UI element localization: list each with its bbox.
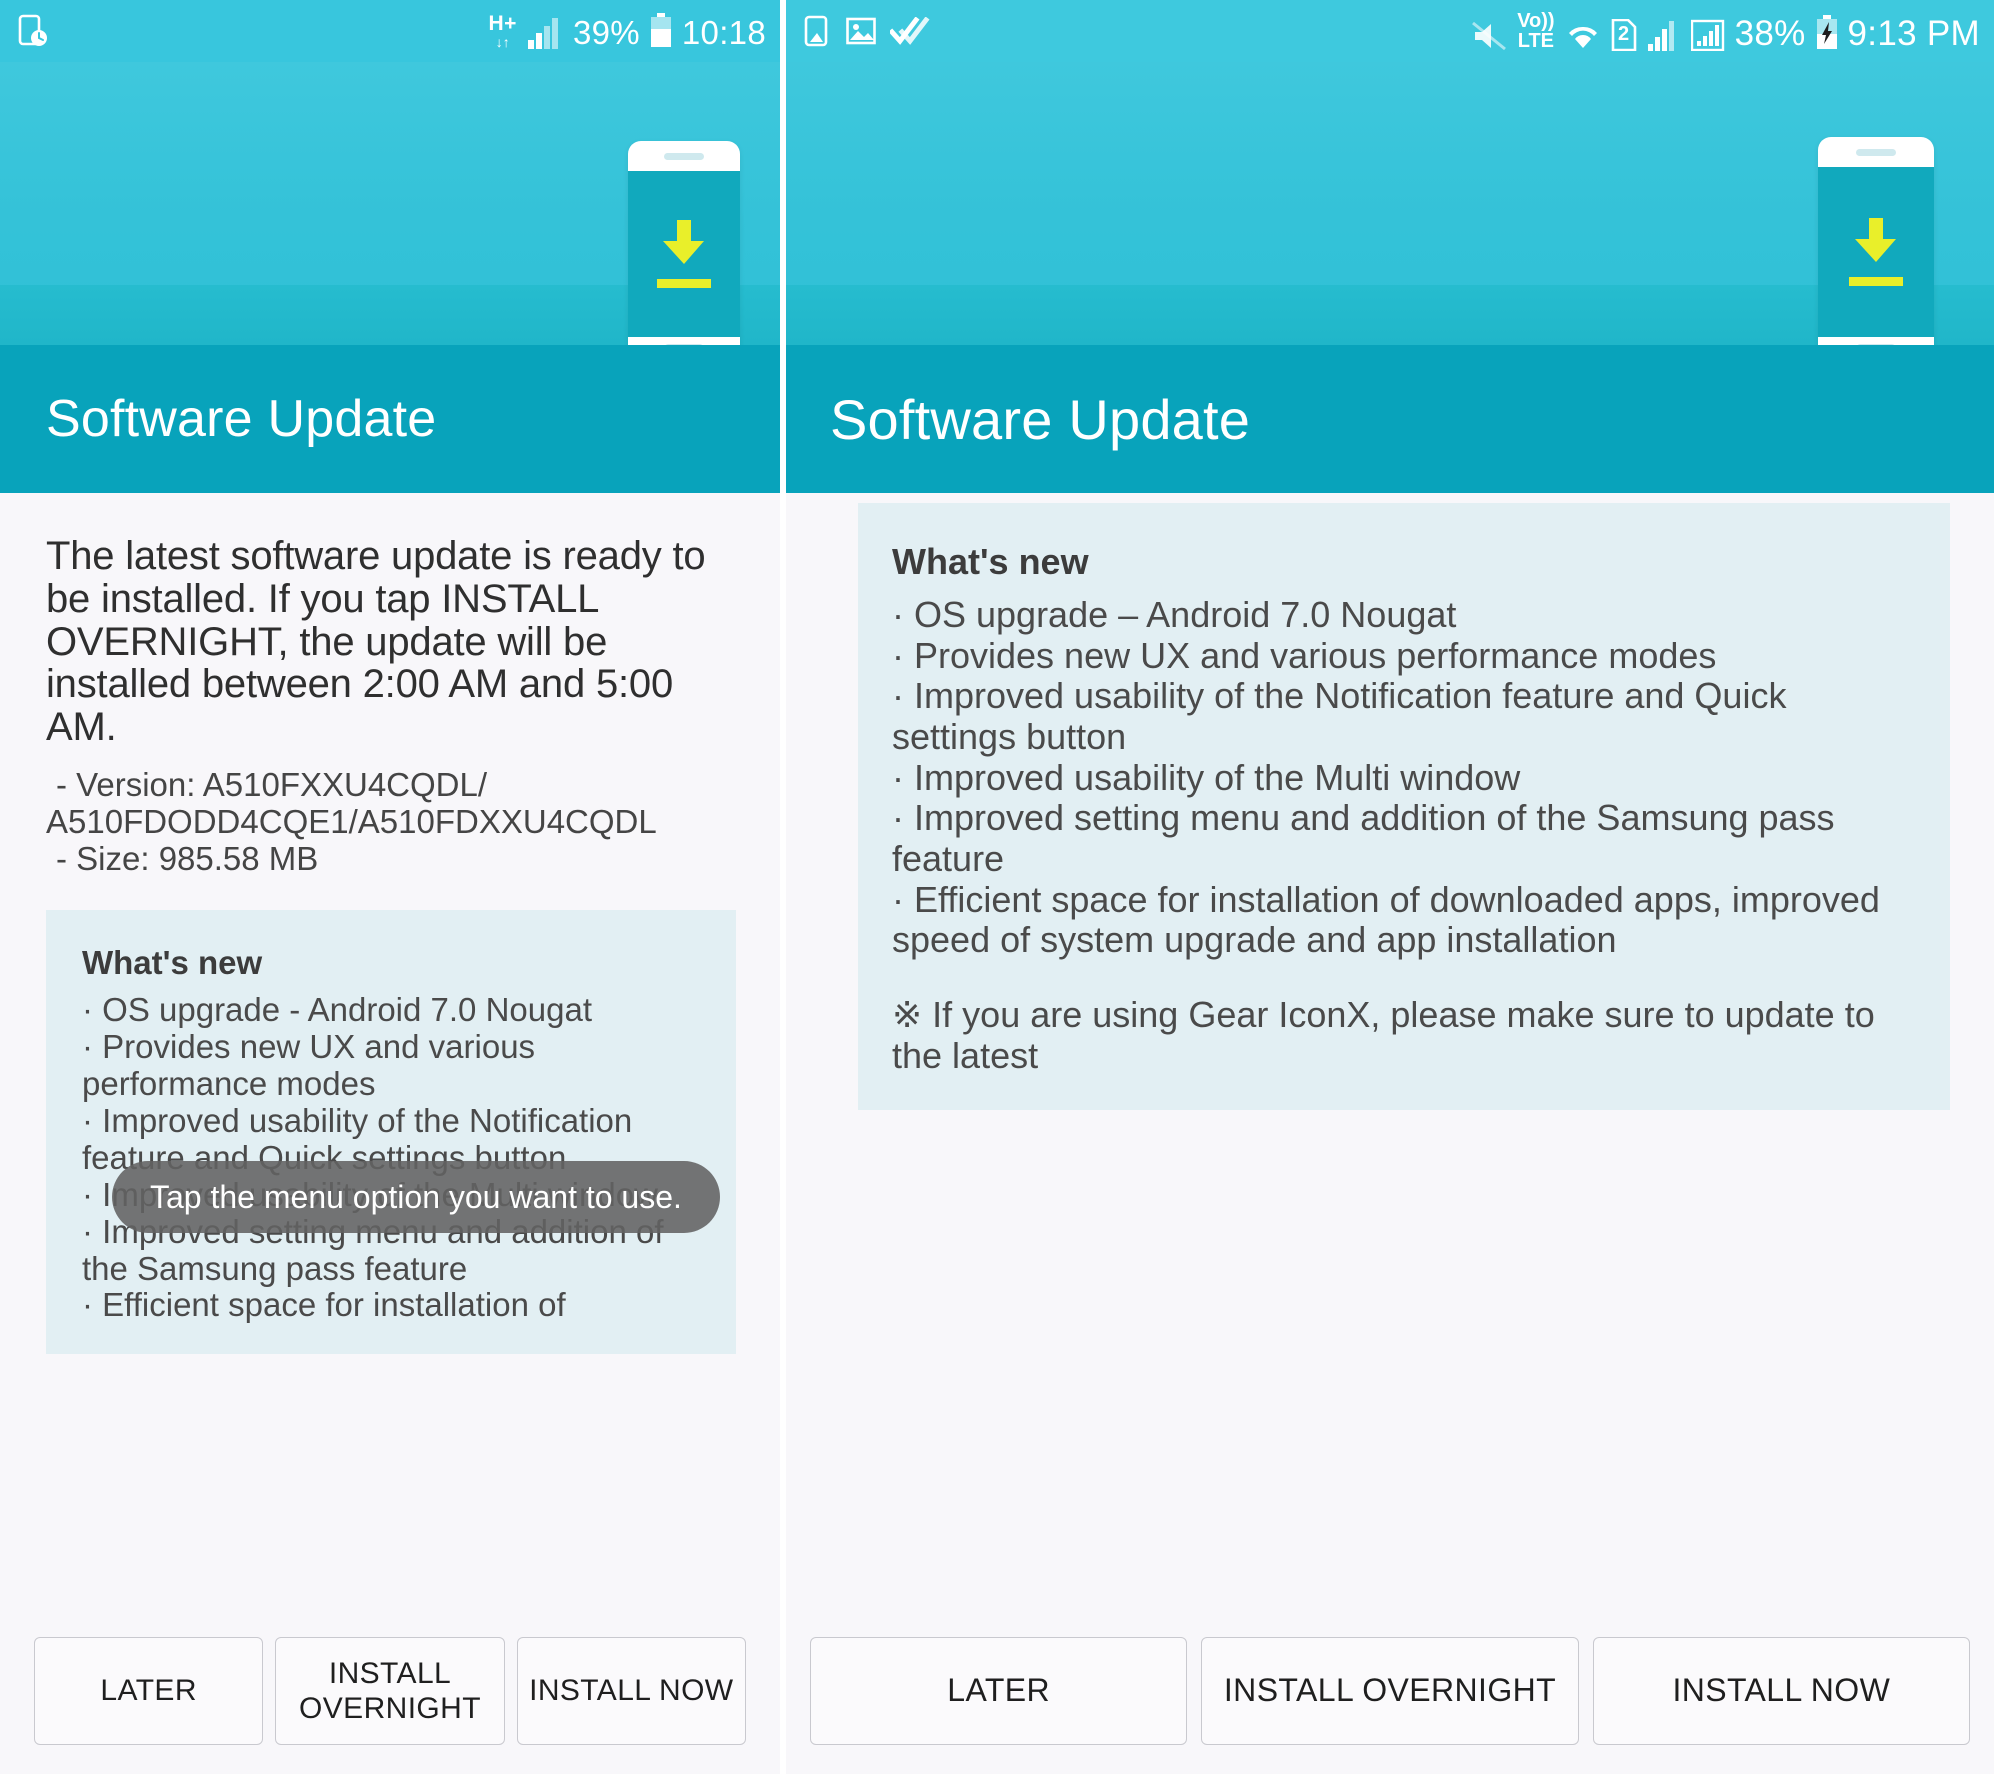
- whats-new-item: · Improved usability of the Multi window: [892, 756, 1521, 798]
- device-speaker: [1856, 149, 1896, 156]
- gear-iconx-note: ※ If you are using Gear IconX, please ma…: [892, 994, 1875, 1076]
- clock-phone-icon: [18, 14, 48, 48]
- download-baseline: [657, 279, 711, 288]
- download-arrow-icon: [663, 220, 704, 264]
- page-title: Software Update: [830, 387, 1251, 451]
- volte-icon: Vo)) LTE: [1517, 11, 1554, 51]
- right-title-bar: Software Update: [786, 345, 1994, 493]
- left-status-bar: H+ ↓↑ 39% 10:18: [0, 0, 780, 62]
- left-action-bar: LATER INSTALL OVERNIGHT INSTALL NOW: [0, 1626, 780, 1774]
- battery-charging-icon: [1816, 15, 1838, 51]
- battery-percent-label: 38%: [1734, 14, 1806, 53]
- size-line: - Size: 985.58 MB: [56, 839, 319, 877]
- later-button[interactable]: LATER: [810, 1637, 1188, 1745]
- clock-label: 9:13 PM: [1847, 14, 1980, 53]
- status-left-icons: [804, 15, 930, 47]
- double-check-icon: [890, 17, 930, 45]
- screenshot-icon: [804, 15, 832, 47]
- whats-new-item: · OS upgrade - Android 7.0 Nougat: [82, 990, 592, 1028]
- device-speaker: [664, 153, 704, 160]
- network-type-label: H+: [488, 12, 517, 35]
- version-line-1: - Version: A510FXXU4CQDL/: [56, 765, 488, 803]
- whats-new-item: · Improved usability of the Notification…: [892, 675, 1787, 758]
- phone-download-icon: [1818, 137, 1934, 345]
- later-button[interactable]: LATER: [34, 1637, 264, 1745]
- whats-new-panel: What's new · OS upgrade – Android 7.0 No…: [858, 503, 1950, 1111]
- right-screen: Vo)) LTE 2 38% 9:13 PM Software Update W…: [786, 0, 1994, 1774]
- whats-new-item: · Efficient space for installation of do…: [892, 878, 1880, 961]
- whats-new-item: · OS upgrade – Android 7.0 Nougat: [892, 594, 1457, 635]
- device-screen: [1818, 167, 1934, 337]
- hero-band: [786, 285, 1994, 345]
- whats-new-heading: What's new: [82, 943, 263, 981]
- battery-percent-label: 39%: [572, 14, 640, 51]
- device-screen: [628, 171, 740, 337]
- install-overnight-button[interactable]: INSTALL OVERNIGHT: [1201, 1637, 1579, 1745]
- right-action-bar: LATER INSTALL OVERNIGHT INSTALL NOW: [786, 1626, 1994, 1774]
- install-now-button[interactable]: INSTALL NOW: [516, 1637, 746, 1745]
- left-screen: H+ ↓↑ 39% 10:18 Software Update The late…: [0, 0, 786, 1774]
- volte-line-2: LTE: [1517, 30, 1555, 52]
- image-icon: [846, 17, 876, 45]
- volte-line-1: Vo)): [1517, 10, 1555, 32]
- right-status-bar: Vo)) LTE 2 38% 9:13 PM: [786, 0, 1994, 62]
- network-arrows-label: ↓↑: [495, 34, 510, 50]
- mute-icon: [1471, 21, 1507, 51]
- whats-new-item: · Improved setting menu and addition of …: [892, 797, 1835, 880]
- phone-download-icon: [628, 141, 740, 345]
- whats-new-heading: What's new: [892, 541, 1089, 582]
- download-arrow-icon: [1855, 218, 1896, 262]
- whats-new-item: · Efficient space for installation of: [82, 1286, 566, 1324]
- screenshot-pair: H+ ↓↑ 39% 10:18 Software Update The late…: [0, 0, 2000, 1774]
- whats-new-panel: What's new · OS upgrade - Android 7.0 No…: [46, 909, 736, 1355]
- clock-label: 10:18: [681, 14, 766, 51]
- status-right-icons: Vo)) LTE 2 38% 9:13 PM: [1471, 11, 1980, 51]
- status-right-icons: H+ ↓↑ 39% 10:18: [489, 13, 766, 49]
- status-left-icons: [18, 14, 48, 48]
- install-overnight-button[interactable]: INSTALL OVERNIGHT: [275, 1637, 505, 1745]
- sim-card-icon: 2: [1611, 19, 1637, 51]
- toast-message: Tap the menu option you want to use.: [112, 1161, 720, 1233]
- left-hero: [0, 62, 780, 345]
- signal-bars-boxed-icon: [1690, 19, 1725, 51]
- whats-new-item: · Provides new UX and various performanc…: [892, 634, 1717, 676]
- network-type-hplus-icon: H+ ↓↑: [489, 13, 517, 49]
- battery-icon: [650, 13, 672, 49]
- page-title: Software Update: [46, 390, 437, 448]
- left-title-bar: Software Update: [0, 345, 780, 493]
- device-home-button: [664, 344, 704, 345]
- device-home-button: [1856, 344, 1896, 345]
- update-intro-text: The latest software update is ready to b…: [46, 534, 706, 750]
- version-line-2: A510FDODD4CQE1/A510FDXXU4CQDL: [46, 802, 657, 840]
- download-baseline: [1849, 277, 1903, 286]
- signal-bars-icon: [527, 17, 563, 49]
- right-hero: [786, 62, 1994, 345]
- sim-slot-label: 2: [1618, 23, 1630, 45]
- left-body: The latest software update is ready to b…: [0, 493, 780, 1774]
- right-body: What's new · OS upgrade – Android 7.0 No…: [786, 493, 1994, 1774]
- signal-bars-icon: [1647, 19, 1681, 51]
- update-meta: - Version: A510FXXU4CQDL/ A510FDODD4CQE1…: [46, 765, 736, 878]
- whats-new-item: · Provides new UX and various performanc…: [82, 1027, 536, 1102]
- install-now-button[interactable]: INSTALL NOW: [1592, 1637, 1970, 1745]
- wifi-icon: [1565, 19, 1601, 51]
